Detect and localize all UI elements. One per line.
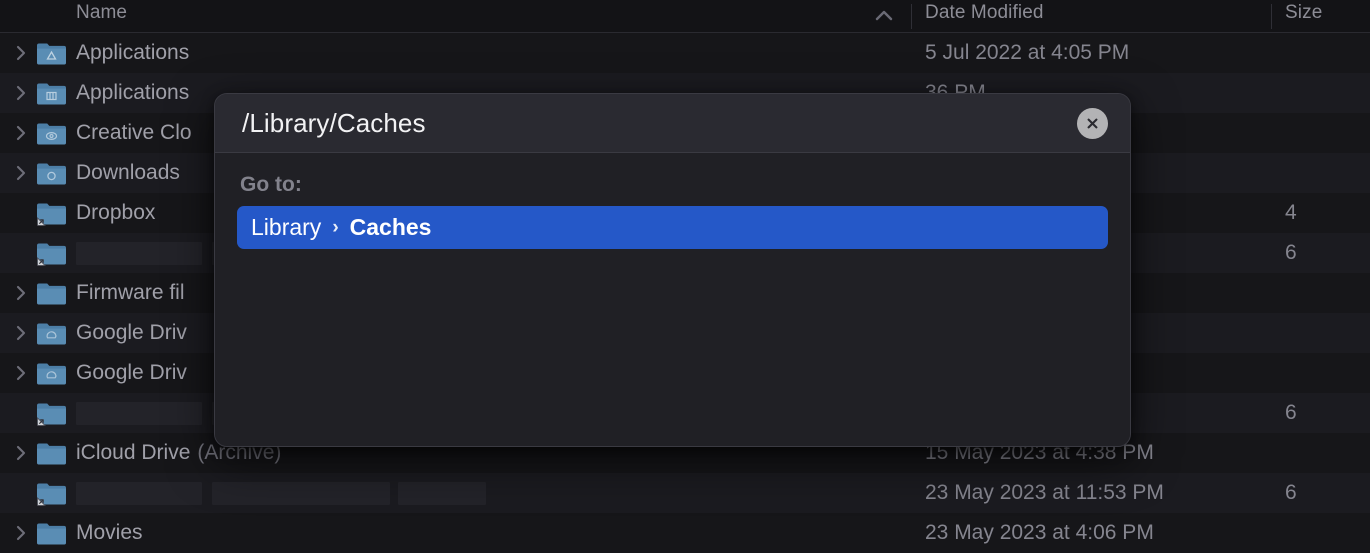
folder-downloads-icon [36, 153, 70, 193]
file-name: Creative Clo [76, 113, 192, 153]
go-to-suggestion-item[interactable]: Library › Caches [237, 206, 1108, 249]
file-name: Movies [76, 513, 143, 553]
file-size: 6 [1285, 473, 1297, 513]
header-divider [1271, 4, 1272, 29]
folder-googledrive-icon [36, 313, 70, 353]
redacted-block [76, 242, 202, 265]
close-icon[interactable] [1077, 108, 1108, 139]
chevron-right-icon[interactable] [12, 353, 30, 393]
file-size: 6 [1285, 393, 1297, 433]
chevron-right-icon[interactable] [12, 153, 30, 193]
table-row[interactable]: Applications 5 Jul 2022 at 4:05 PM [0, 33, 1370, 73]
file-name: Google Driv [76, 353, 187, 393]
folder-alias-icon [36, 233, 70, 273]
dialog-titlebar: /Library/Caches [215, 94, 1130, 153]
go-to-label: Go to: [240, 173, 1108, 197]
chevron-right-icon[interactable] [12, 433, 30, 473]
folder-applications-icon [36, 33, 70, 73]
breadcrumb-last: Caches [350, 214, 432, 241]
redacted-block [76, 402, 202, 425]
chevron-right-icon[interactable] [12, 113, 30, 153]
column-header-size[interactable]: Size [1285, 2, 1322, 24]
file-size: 4 [1285, 193, 1297, 233]
chevron-up-icon[interactable] [872, 6, 896, 26]
breadcrumb-first: Library [251, 214, 321, 241]
table-row[interactable]: Movies 23 May 2023 at 4:06 PM [0, 513, 1370, 553]
redacted-block [398, 482, 486, 505]
folder-googledrive-icon [36, 353, 70, 393]
chevron-right-icon: › [332, 217, 338, 239]
header-divider [911, 4, 912, 29]
folder-parallels-icon [36, 73, 70, 113]
file-name: Firmware fil [76, 273, 185, 313]
file-date-modified: 23 May 2023 at 11:53 PM [925, 473, 1164, 513]
column-header-bar: Name Date Modified Size [0, 0, 1370, 33]
folder-alias-icon [36, 473, 70, 513]
column-header-date-modified[interactable]: Date Modified [925, 2, 1044, 24]
file-name: Downloads [76, 153, 180, 193]
folder-icon [36, 433, 70, 473]
dialog-path-title: /Library/Caches [242, 94, 426, 152]
file-name: Applications [76, 33, 189, 73]
file-name: Google Driv [76, 313, 187, 353]
chevron-right-icon[interactable] [12, 273, 30, 313]
folder-icon [36, 273, 70, 313]
file-name: Dropbox [76, 193, 155, 233]
go-to-folder-dialog: /Library/Caches Go to: Library › Caches [214, 93, 1131, 447]
folder-icon [36, 513, 70, 553]
column-header-name[interactable]: Name [76, 2, 127, 24]
file-name: Applications [76, 73, 189, 113]
chevron-right-icon[interactable] [12, 73, 30, 113]
redacted-block [76, 482, 202, 505]
file-date-modified: 23 May 2023 at 4:06 PM [925, 513, 1154, 553]
chevron-right-icon[interactable] [12, 33, 30, 73]
file-date-modified: 5 Jul 2022 at 4:05 PM [925, 33, 1129, 73]
file-size: 6 [1285, 233, 1297, 273]
redacted-block [212, 482, 390, 505]
chevron-right-icon[interactable] [12, 313, 30, 353]
folder-alias-icon [36, 393, 70, 433]
chevron-right-icon[interactable] [12, 513, 30, 553]
folder-creativecloud-icon [36, 113, 70, 153]
table-row[interactable]: 23 May 2023 at 11:53 PM 6 [0, 473, 1370, 513]
dialog-body: Go to: Library › Caches [215, 153, 1130, 447]
folder-alias-icon [36, 193, 70, 233]
